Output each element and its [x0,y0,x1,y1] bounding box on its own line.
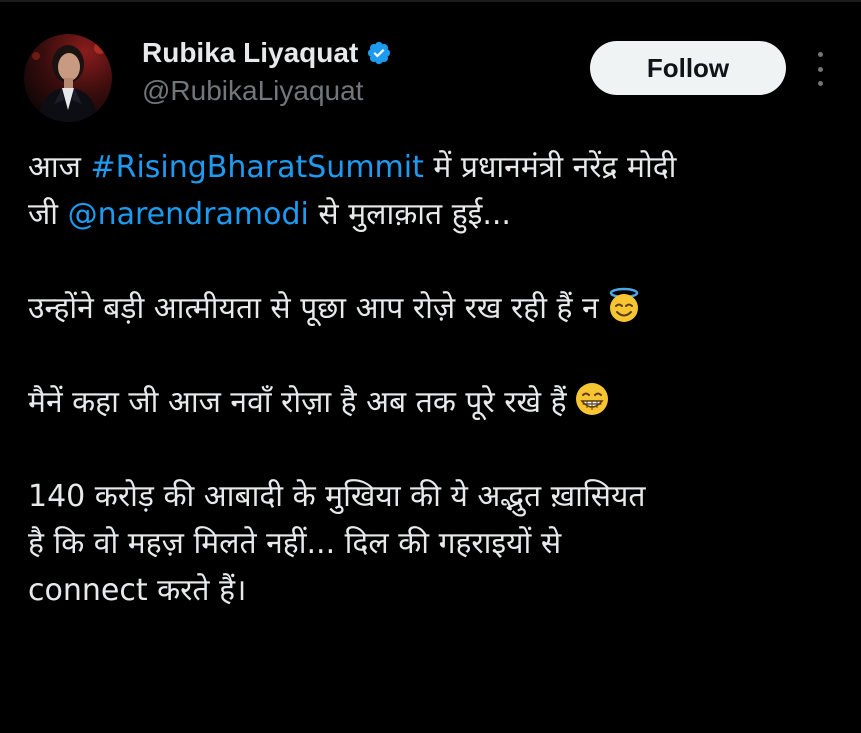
verified-badge-icon [366,40,392,66]
tweet-text-segment: से मुलाक़ात हुई... [308,197,511,232]
more-dot [817,66,823,72]
tweet-header: Rubika Liyaquat @RubikaLiyaquat Follow [24,34,834,124]
tweet-paragraph-2: उन्होंने बड़ी आत्मीयता से पूछा आप रोज़े … [28,285,838,332]
top-divider [0,0,861,2]
tweet-paragraph-3: मैनें कहा जी आज नवाँ रोज़ा है अब तक पूरे… [28,379,838,426]
author-name-text: Rubika Liyaquat [142,37,359,68]
avatar[interactable] [24,34,112,122]
tweet-text-segment: connect करते हैं। [28,573,247,608]
tweet-text-segment: में प्रधानमंत्री नरेंद्र मोदी [423,150,677,185]
tweet-paragraph-1: आज #RisingBharatSummit में प्रधानमंत्री … [28,144,838,238]
more-dot [817,81,823,86]
hashtag-link[interactable]: #RisingBharatSummit [90,150,423,185]
tweet-text-segment: उन्होंने बड़ी आत्मीयता से पूछा आप रोज़े … [28,291,599,326]
author-display-name[interactable]: Rubika Liyaquat [142,36,562,70]
tweet-text-segment: है कि वो महज़ मिलते नहीं... दिल की गहराइ… [28,526,562,561]
tweet-text: आज #RisingBharatSummit में प्रधानमंत्री … [28,144,838,614]
tweet-text-segment: जी [28,197,68,232]
more-options-icon[interactable] [808,52,832,86]
follow-button[interactable]: Follow [590,41,786,95]
tweet-paragraph-4: 140 करोड़ की आबादी के मुखिया की ये अद्भु… [28,473,838,614]
author-handle[interactable]: @RubikaLiyaquat [142,74,562,108]
grinning-face-emoji [573,380,611,418]
tweet-text-segment: मैनें कहा जी आज नवाँ रोज़ा है अब तक पूरे… [28,385,567,420]
mention-link[interactable]: @narendramodi [68,197,309,232]
tweet-text-segment: 140 करोड़ की आबादी के मुखिया की ये अद्भु… [28,479,646,514]
more-dot [817,52,823,57]
smiling-face-with-halo-emoji [605,286,643,324]
tweet-text-segment: आज [28,150,91,185]
author-info: Rubika Liyaquat @RubikaLiyaquat [142,36,562,108]
